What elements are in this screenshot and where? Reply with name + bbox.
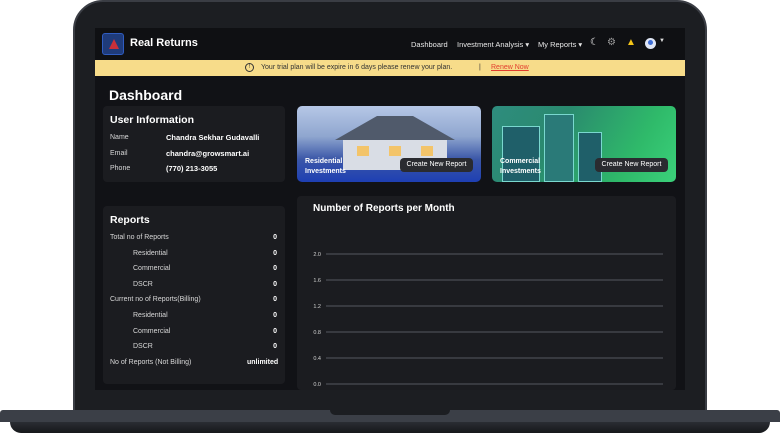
page-title: Dashboard [109, 87, 183, 103]
reports-row-label: DSCR [133, 343, 153, 350]
app-screen: Real Returns Dashboard Investment Analys… [95, 28, 685, 390]
reports-row-label: Commercial [133, 328, 171, 335]
commercial-label: Commercial Investments [500, 158, 541, 175]
navbar: Real Returns Dashboard Investment Analys… [95, 28, 685, 60]
reports-row-value: 0 [273, 296, 277, 303]
house-roof [335, 116, 455, 140]
reports-row-value: 0 [273, 234, 277, 241]
chevron-down-icon[interactable]: ▼ [659, 38, 665, 44]
laptop-lip [10, 422, 770, 433]
brand-logo[interactable] [102, 33, 124, 55]
reports-row-label: No of Reports (Not Billing) [110, 359, 192, 366]
reports-row-label: Commercial [133, 265, 171, 272]
moon-icon[interactable]: ☾ [590, 37, 599, 49]
commercial-card[interactable]: Commercial Investments Create New Report [492, 106, 676, 182]
reports-card: Reports Total no of Reports 0 Residentia… [103, 206, 285, 384]
laptop-notch [330, 410, 450, 415]
gear-icon[interactable]: ⚙ [607, 37, 616, 49]
email-value: chandra@growsmart.ai [166, 149, 250, 158]
y-tick-label: 1.2 [313, 304, 321, 310]
phone-label: Phone [110, 165, 131, 172]
trial-separator: | [479, 64, 481, 71]
laptop-base [0, 410, 780, 435]
reports-row-value: 0 [273, 250, 277, 257]
user-info-title: User Information [110, 114, 195, 126]
reports-row-label: Residential [133, 250, 168, 257]
y-tick-label: 0.0 [313, 382, 321, 388]
residential-label: Residential Investments [305, 158, 346, 175]
building-image [578, 132, 602, 182]
name-label: Name [110, 134, 129, 141]
reports-row-value: 0 [273, 281, 277, 288]
trial-message: Your trial plan will be expire in 6 days… [261, 64, 453, 71]
renew-now-link[interactable]: Renew Now [491, 64, 529, 71]
user-info-card: User Information Name Chandra Sekhar Gud… [103, 106, 285, 182]
email-label: Email [110, 150, 128, 157]
reports-title: Reports [110, 214, 150, 226]
phone-value: (770) 213-3055 [166, 164, 218, 173]
reports-row-label: Total no of Reports [110, 234, 169, 241]
reports-row-value: 0 [273, 328, 277, 335]
reports-row-value: 0 [273, 265, 277, 272]
house-window [421, 146, 433, 156]
house-window [389, 146, 401, 156]
reports-row-value: unlimited [247, 359, 279, 366]
create-commercial-report-button[interactable]: Create New Report [595, 158, 668, 172]
brand-name[interactable]: Real Returns [130, 37, 198, 49]
reports-row-value: 0 [273, 312, 277, 319]
y-tick-label: 2.0 [313, 252, 321, 258]
reports-row-label: DSCR [133, 281, 153, 288]
nav-investment-analysis[interactable]: Investment Analysis ▾ [457, 40, 529, 49]
reports-row-label: Residential [133, 312, 168, 319]
reports-row-value: 0 [273, 343, 277, 350]
nav-dashboard[interactable]: Dashboard [411, 40, 448, 49]
name-value: Chandra Sekhar Gudavalli [166, 133, 260, 142]
bell-icon[interactable]: ▲ [626, 37, 636, 49]
reports-row-label: Current no of Reports(Billing) [110, 296, 201, 303]
y-tick-label: 0.4 [313, 356, 321, 362]
nav-my-reports[interactable]: My Reports ▾ [538, 40, 582, 49]
reports-chart-card: Number of Reports per Month 2.0 1.6 1.2 0.8… [297, 196, 676, 390]
user-avatar-icon[interactable] [645, 38, 656, 49]
reports-chart: 2.0 1.6 1.2 0.8 0.4 0.0 [313, 252, 663, 388]
y-tick-label: 0.8 [313, 330, 321, 336]
trial-banner: ! Your trial plan will be expire in 6 da… [95, 60, 685, 76]
logo-mark-icon [109, 39, 119, 49]
warning-icon: ! [245, 63, 254, 72]
y-tick-label: 1.6 [313, 278, 321, 284]
create-residential-report-button[interactable]: Create New Report [400, 158, 473, 172]
house-window [357, 146, 369, 156]
residential-card[interactable]: Residential Investments Create New Repor… [297, 106, 481, 182]
